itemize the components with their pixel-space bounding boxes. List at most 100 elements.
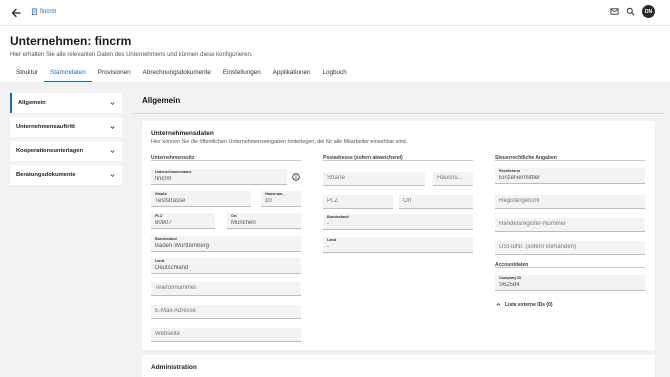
field-value: - <box>327 221 329 227</box>
vat-id-field[interactable]: USt-IdNr. (sofern vorhanden) <box>495 241 645 255</box>
postal-zip-field[interactable]: PLZ <box>323 195 393 209</box>
field-placeholder: Ort <box>403 198 412 204</box>
field-value: 10 <box>265 198 272 204</box>
field-label: Land <box>155 259 165 263</box>
tab-struktur[interactable]: Struktur <box>10 69 44 82</box>
state-field[interactable]: Bundesland Baden-Württemberg <box>151 236 301 252</box>
section-item-beratungsdokumente[interactable]: Beratungsdokumente <box>10 165 122 185</box>
divider <box>495 267 645 268</box>
field-label: Bundesland <box>155 237 177 241</box>
tab-applikationen[interactable]: Applikationen <box>267 69 317 82</box>
section-item-label: Allgemein <box>18 100 46 106</box>
zip-field[interactable]: PLZ 80807 <box>151 213 215 229</box>
field-label: Bundesland <box>327 215 349 219</box>
card-title: Administration <box>151 364 197 371</box>
breadcrumb[interactable]: fincrm <box>31 8 56 15</box>
building-icon <box>31 8 38 15</box>
chevron-down-icon <box>110 125 115 129</box>
field-placeholder: USt-IdNr. (sofern vorhanden) <box>499 244 577 250</box>
top-bar: fincrm DN <box>0 0 670 26</box>
field-label: Ort <box>231 214 237 218</box>
chevron-down-icon <box>110 149 115 153</box>
mail-icon[interactable] <box>610 7 619 16</box>
divider <box>151 160 301 161</box>
divider <box>132 113 665 114</box>
field-value: - <box>327 244 329 250</box>
tab-provisionen[interactable]: Provisionen <box>92 69 137 82</box>
divider <box>495 160 645 161</box>
field-placeholder: PLZ <box>327 198 339 204</box>
search-icon[interactable] <box>626 7 635 16</box>
arrow-back-icon[interactable] <box>10 7 22 19</box>
field-value: fincrm <box>155 176 172 182</box>
tab-bar: Struktur Stammdaten Provisionen Abrechnu… <box>10 69 353 82</box>
field-value: S62584 <box>499 282 520 288</box>
field-placeholder: E-Mail-Adresse <box>155 308 197 314</box>
company-data-card: Unternehmensdaten Hier können Sie die öf… <box>142 121 655 350</box>
tab-stammdaten[interactable]: Stammdaten <box>44 69 92 82</box>
postal-state-field[interactable]: Bundesland - <box>323 214 473 230</box>
main-content: Allgemein Unternehmensdaten Hier können … <box>132 86 665 377</box>
page-title: Unternehmen: fincrm <box>10 34 132 48</box>
field-label: Unternehmensname <box>155 170 192 174</box>
tab-abrechnungsdokumente[interactable]: Abrechnungsdokumente <box>137 69 217 82</box>
street-field[interactable]: Straße Teststrasse <box>151 191 251 207</box>
register-court-field[interactable]: Registergericht <box>495 195 645 209</box>
field-label: PLZ <box>155 214 163 218</box>
field-placeholder: Hausnu... <box>437 175 463 181</box>
postal-street-field[interactable]: Straße <box>323 172 425 186</box>
user-avatar[interactable]: DN <box>642 5 655 18</box>
field-placeholder: Registergericht <box>499 198 540 204</box>
house-number-field[interactable]: Hausnum... 10 <box>261 191 301 207</box>
breadcrumb-label[interactable]: fincrm <box>40 9 56 15</box>
company-id-field: Company ID S62584 <box>495 275 645 291</box>
field-label: Straße <box>155 192 167 196</box>
section-title: Allgemein <box>142 96 181 105</box>
section-item-label: Beratungsdokumente <box>16 172 76 178</box>
phone-field[interactable]: Telefonnummer <box>151 282 301 296</box>
field-placeholder: Straße <box>327 175 346 181</box>
card-title: Unternehmensdaten <box>151 130 214 137</box>
field-placeholder: Webseite <box>155 331 180 337</box>
field-value: Teststrasse <box>155 198 186 204</box>
chevron-down-icon <box>110 101 115 105</box>
field-value: Einzelvermittler <box>499 175 541 181</box>
tab-logbuch[interactable]: Logbuch <box>317 69 353 82</box>
section-item-kooperationsunterlagen[interactable]: Kooperationsunterlagen <box>10 141 122 161</box>
info-icon[interactable] <box>292 173 300 181</box>
external-ids-toggle[interactable]: Liste externe IDs (0) <box>495 301 553 308</box>
email-field[interactable]: E-Mail-Adresse <box>151 305 301 319</box>
field-placeholder: Telefonnummer <box>155 285 197 291</box>
field-label: Rechtsform <box>499 169 521 173</box>
page-header: Unternehmen: fincrm Hier erhalten Sie al… <box>0 26 670 82</box>
page-subtitle: Hier erhalten Sie alle relevanten Daten … <box>10 52 253 58</box>
field-label: Company ID <box>499 276 522 280</box>
field-value: Deutschland <box>155 265 189 271</box>
field-placeholder: Handelsregister-Nummer <box>499 221 567 227</box>
administration-card: Administration <box>142 355 655 377</box>
legal-form-select[interactable]: Rechtsform Einzelvermittler <box>495 168 645 184</box>
section-nav: Allgemein Unternehmensauftritt Kooperati… <box>10 93 122 189</box>
field-value: München <box>231 220 256 226</box>
city-field[interactable]: Ort München <box>227 213 301 229</box>
card-subtitle: Hier können Sie die öffentlichen Unterne… <box>151 139 408 145</box>
field-value: Baden-Württemberg <box>155 243 210 249</box>
section-item-label: Unternehmensauftritt <box>16 124 75 130</box>
chevron-up-icon <box>496 303 501 306</box>
section-item-label: Kooperationsunterlagen <box>16 148 83 154</box>
postal-country-field[interactable]: Land - <box>323 237 473 253</box>
company-name-field[interactable]: Unternehmensname fincrm <box>151 169 287 185</box>
postal-city-field[interactable]: Ort <box>399 195 473 209</box>
postal-house-number-field[interactable]: Hausnu... <box>433 172 473 186</box>
website-field[interactable]: Webseite <box>151 328 301 342</box>
section-item-unternehmensauftritt[interactable]: Unternehmensauftritt <box>10 117 122 137</box>
tab-einstellungen[interactable]: Einstellungen <box>217 69 267 82</box>
field-value: 80807 <box>155 220 172 226</box>
field-label: Hausnum... <box>265 192 286 196</box>
chevron-down-icon <box>110 173 115 177</box>
section-item-allgemein[interactable]: Allgemein <box>10 93 122 113</box>
country-field[interactable]: Land Deutschland <box>151 258 301 274</box>
external-ids-label: Liste externe IDs (0) <box>505 301 553 308</box>
trade-register-field[interactable]: Handelsregister-Nummer <box>495 218 645 232</box>
divider <box>323 160 473 161</box>
